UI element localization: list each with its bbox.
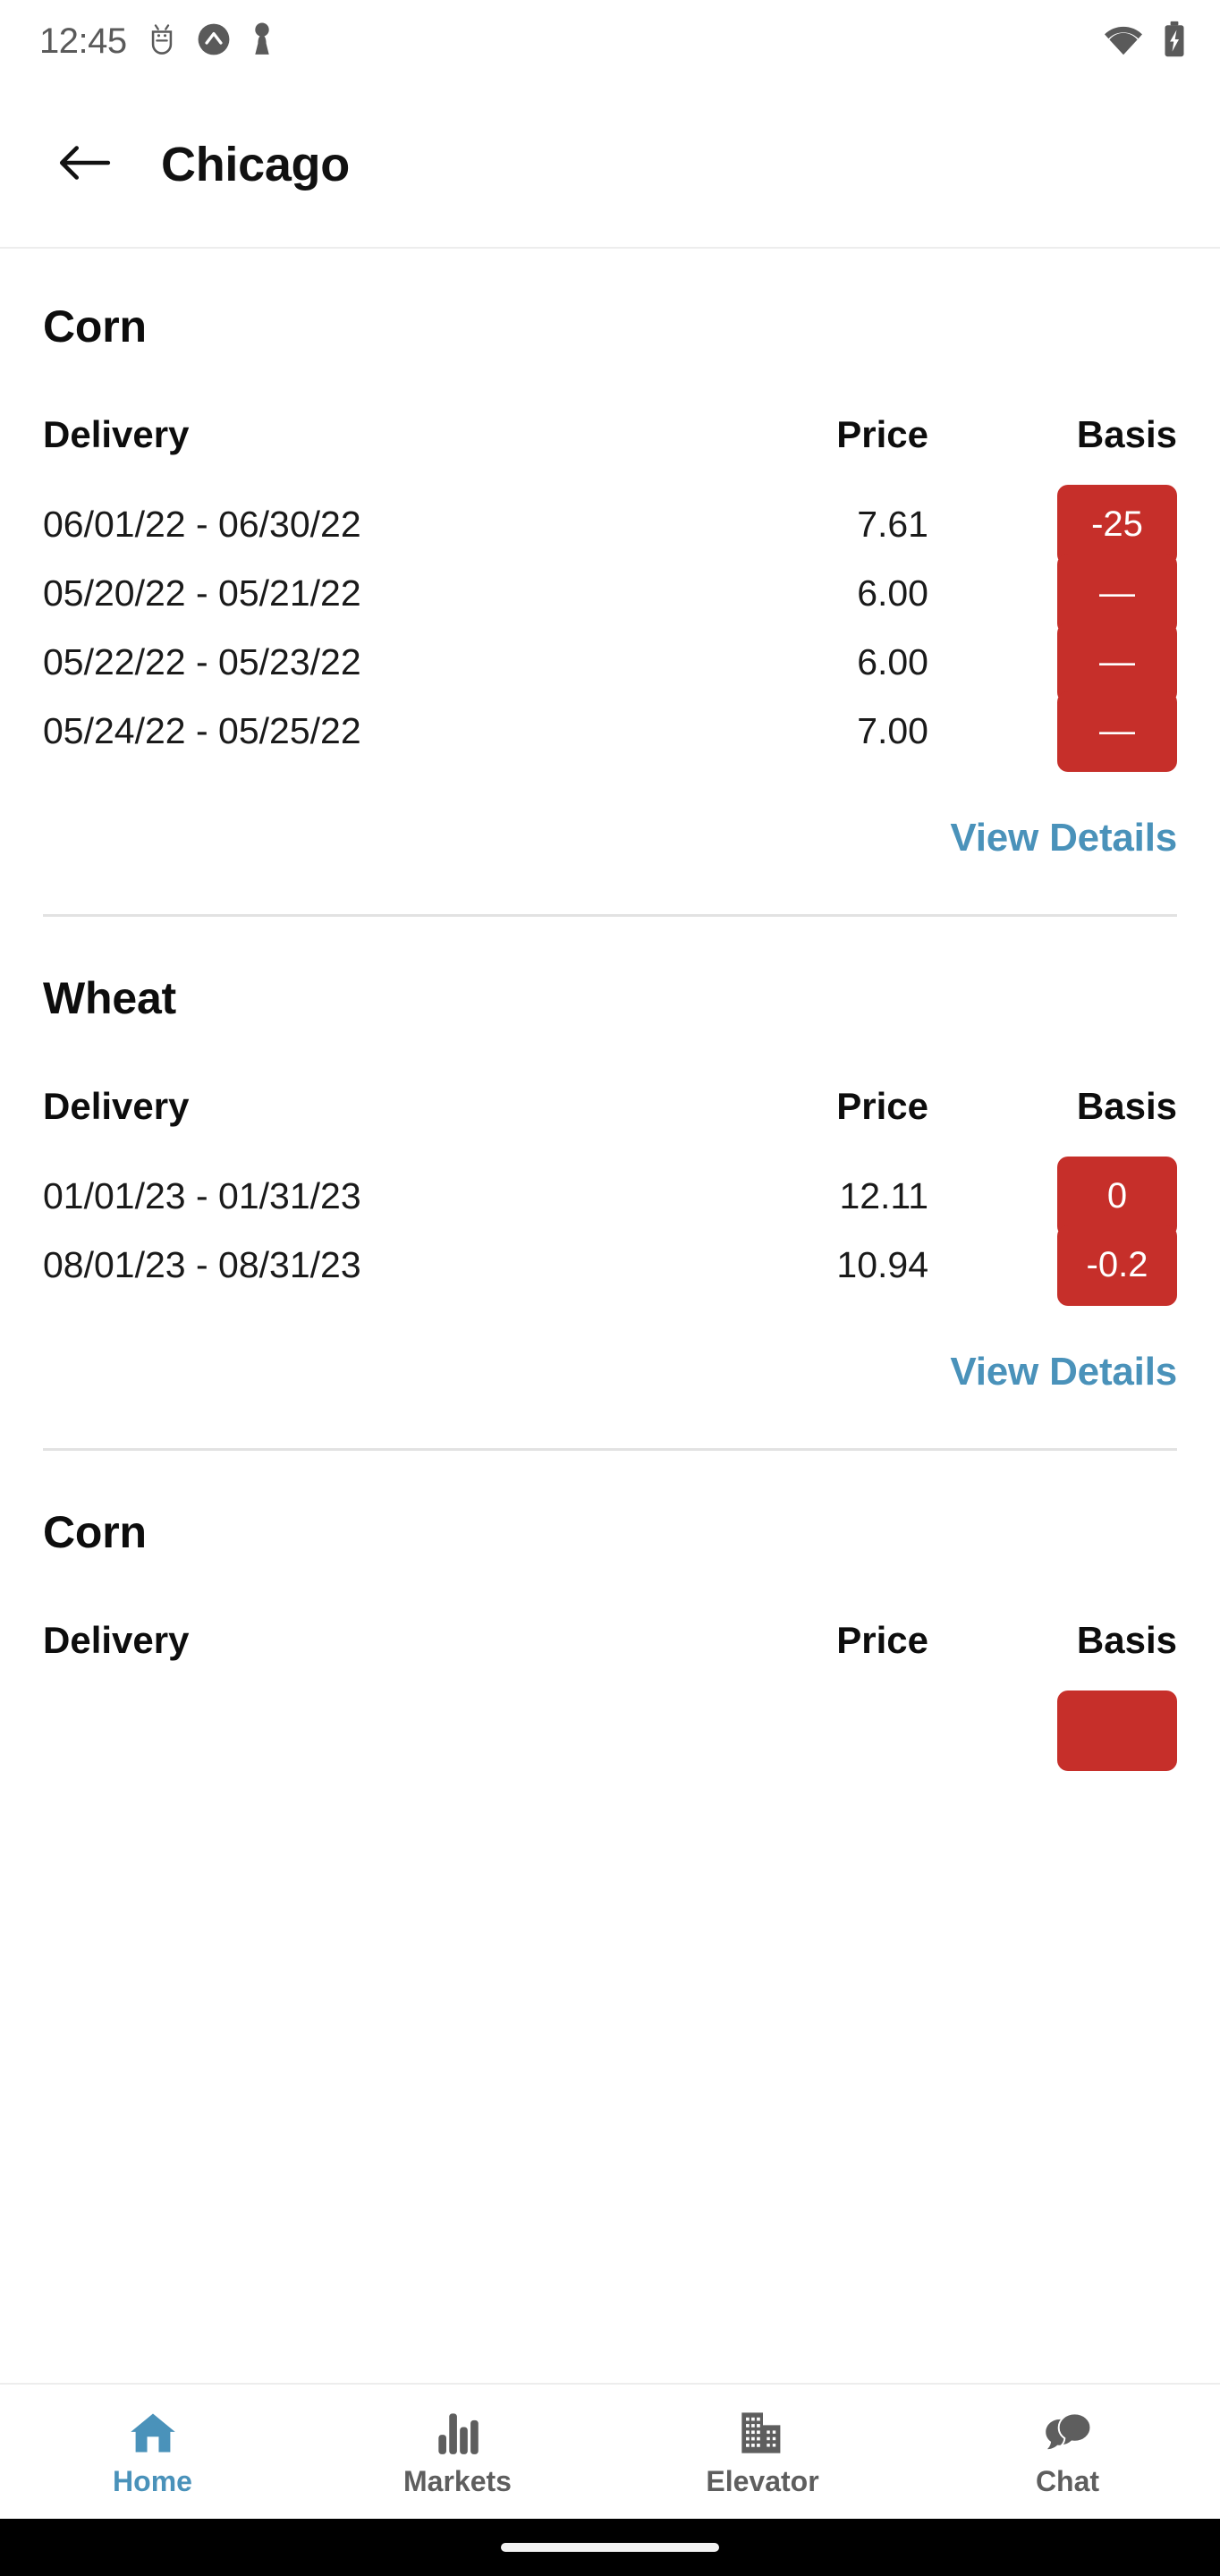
view-details-row: View Details	[0, 816, 1220, 860]
back-arrow-icon	[56, 140, 112, 190]
bar-chart-icon	[436, 2406, 480, 2456]
column-header-delivery: Delivery	[43, 1085, 190, 1127]
column-header-price: Price	[836, 413, 928, 455]
cell-price: 12.11	[839, 1175, 928, 1216]
arrow-up-circle-icon	[197, 22, 231, 61]
view-details-row: View Details	[0, 1350, 1220, 1394]
bottom-navigation: Home Markets Elevator Chat	[0, 2383, 1220, 2519]
nav-label-markets: Markets	[403, 2464, 512, 2497]
cell-delivery: 08/01/23 - 08/31/23	[43, 1244, 361, 1285]
app-screen: 12:45 Chicago Corn Delivery Price Basis …	[0, 0, 1220, 2576]
building-icon	[738, 2406, 788, 2456]
column-header-price: Price	[836, 1619, 928, 1661]
cell-basis	[934, 1690, 1177, 1771]
market-sections-list[interactable]: Corn Delivery Price Basis 06/01/22 - 06/…	[0, 249, 1220, 2383]
column-header-delivery: Delivery	[43, 1619, 190, 1661]
column-header-basis: Basis	[1076, 1619, 1177, 1661]
status-bar-right	[1102, 21, 1188, 63]
status-clock: 12:45	[39, 21, 127, 61]
basis-badge[interactable]: -0.2	[1057, 1224, 1177, 1306]
chat-icon	[1043, 2406, 1093, 2456]
chess-pawn-icon	[250, 21, 274, 62]
market-section: Corn Delivery Price Basis	[0, 1506, 1220, 1771]
gesture-handle[interactable]	[501, 2543, 719, 2552]
section-title: Wheat	[43, 973, 177, 1023]
status-bar: 12:45	[0, 0, 1220, 82]
cell-price: 6.00	[857, 572, 928, 614]
table-header-row: Delivery Price Basis	[0, 1074, 1220, 1139]
home-icon	[128, 2406, 178, 2456]
cell-price: 10.94	[836, 1244, 928, 1285]
system-gesture-bar	[0, 2519, 1220, 2576]
nav-label-chat: Chat	[1035, 2464, 1100, 2497]
table-header-row: Delivery Price Basis	[0, 1608, 1220, 1673]
android-debug-icon	[147, 21, 177, 62]
price-table: Delivery Price Basis 06/01/22 - 06/30/22…	[0, 402, 1220, 772]
cell-delivery: 01/01/23 - 01/31/23	[43, 1175, 361, 1216]
view-details-link[interactable]: View Details	[950, 1350, 1177, 1394]
view-details-link[interactable]: View Details	[950, 816, 1177, 860]
price-table: Delivery Price Basis 01/01/23 - 01/31/23…	[0, 1074, 1220, 1306]
price-table: Delivery Price Basis	[0, 1608, 1220, 1771]
battery-charging-icon	[1161, 21, 1188, 63]
cell-basis: —	[934, 691, 1177, 772]
table-row[interactable]	[0, 1690, 1220, 1771]
cell-price: 7.00	[857, 710, 928, 751]
section-title: Corn	[43, 301, 147, 352]
nav-item-markets[interactable]: Markets	[305, 2385, 610, 2519]
cell-price: 7.61	[857, 504, 928, 545]
column-header-basis: Basis	[1076, 413, 1177, 455]
table-row[interactable]: 06/01/22 - 06/30/22 7.61 -25	[0, 484, 1220, 565]
cell-price: 6.00	[857, 641, 928, 682]
basis-badge[interactable]	[1057, 1690, 1177, 1771]
cell-delivery: 06/01/22 - 06/30/22	[43, 504, 361, 545]
cell-delivery: 05/20/22 - 05/21/22	[43, 572, 361, 614]
section-title: Corn	[43, 1507, 147, 1557]
cell-delivery: 05/24/22 - 05/25/22	[43, 710, 361, 751]
wifi-icon	[1102, 21, 1145, 62]
nav-item-home[interactable]: Home	[0, 2385, 305, 2519]
status-bar-left: 12:45	[39, 21, 274, 62]
table-row[interactable]: 08/01/23 - 08/31/23 10.94 -0.2	[0, 1224, 1220, 1306]
table-row[interactable]: 05/22/22 - 05/23/22 6.00 —	[0, 622, 1220, 703]
cell-delivery: 05/22/22 - 05/23/22	[43, 641, 361, 682]
page-title: Chicago	[161, 138, 350, 191]
cell-basis: -0.2	[934, 1224, 1177, 1306]
back-button[interactable]	[41, 122, 127, 208]
column-header-basis: Basis	[1076, 1085, 1177, 1127]
nav-item-chat[interactable]: Chat	[915, 2385, 1220, 2519]
table-row[interactable]: 01/01/23 - 01/31/23 12.11 0	[0, 1156, 1220, 1237]
table-row[interactable]: 05/20/22 - 05/21/22 6.00 —	[0, 553, 1220, 634]
nav-label-home: Home	[113, 2464, 192, 2497]
column-header-price: Price	[836, 1085, 928, 1127]
column-header-delivery: Delivery	[43, 413, 190, 455]
nav-label-elevator: Elevator	[706, 2464, 819, 2497]
nav-item-elevator[interactable]: Elevator	[610, 2385, 915, 2519]
market-section: Wheat Delivery Price Basis 01/01/23 - 01…	[0, 972, 1220, 1451]
table-header-row: Delivery Price Basis	[0, 402, 1220, 467]
app-bar: Chicago	[0, 82, 1220, 249]
table-row[interactable]: 05/24/22 - 05/25/22 7.00 —	[0, 691, 1220, 772]
basis-badge[interactable]: —	[1057, 691, 1177, 772]
market-section: Corn Delivery Price Basis 06/01/22 - 06/…	[0, 301, 1220, 917]
